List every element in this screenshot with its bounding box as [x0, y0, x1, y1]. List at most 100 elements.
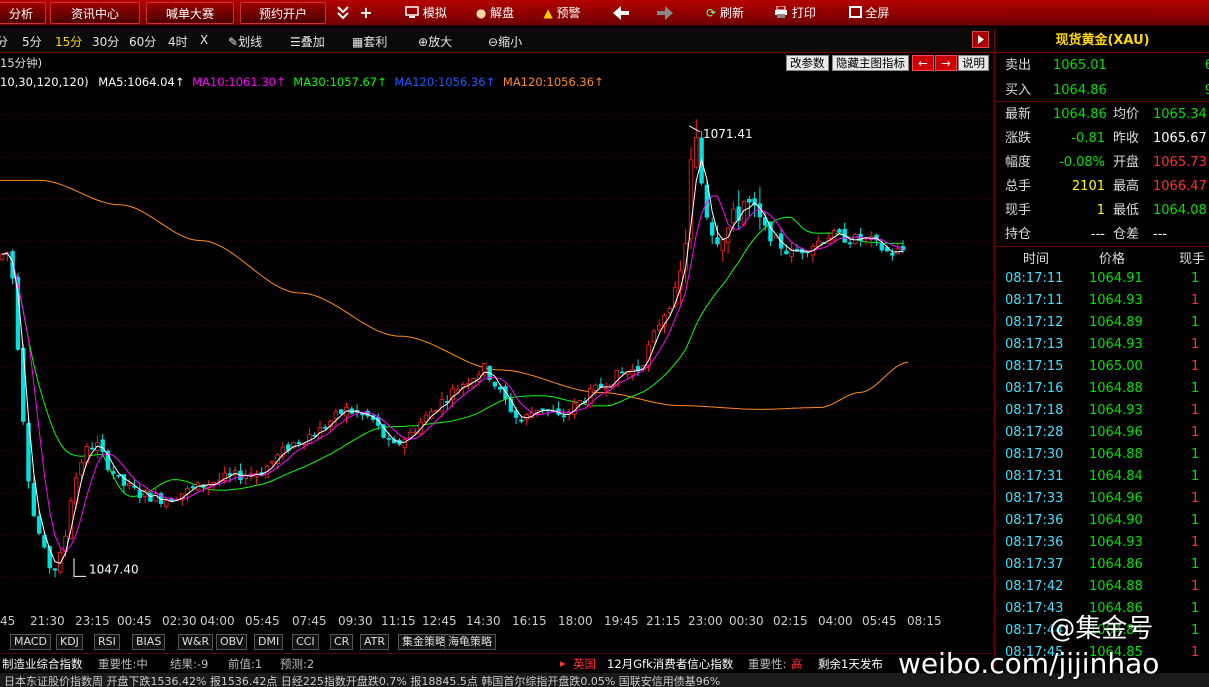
draw-line-button[interactable]: ✎划线: [228, 33, 262, 50]
period-5m[interactable]: 5分: [22, 33, 42, 50]
kline-chart[interactable]: 1071.41 1047.40: [0, 54, 993, 614]
candle-body: [667, 307, 672, 313]
ma120-line: [0, 179, 909, 410]
hide-indicator-button[interactable]: 隐藏主图指标: [832, 55, 909, 71]
indicator-tab[interactable]: KDJ: [56, 634, 83, 650]
tab-contest[interactable]: 喊单大赛: [146, 2, 234, 24]
bell-icon: ▲: [543, 6, 553, 20]
tick-time: 08:17:36: [1005, 513, 1064, 528]
tick-price: 1064.84: [1089, 469, 1143, 484]
low-marker: [73, 558, 86, 577]
quote-value-2: ---: [1153, 227, 1168, 242]
candle-body: [386, 437, 392, 440]
ma-params: 10,30,120,120): [0, 75, 89, 89]
candle-body: [604, 387, 609, 391]
candle-body: [323, 426, 328, 429]
period-x[interactable]: X: [200, 33, 208, 47]
x-tick-label: 09:30: [338, 614, 373, 628]
candle-body: [148, 492, 153, 502]
review-button[interactable]: ● 解盘: [470, 2, 520, 24]
quote-label-2: 最低: [1113, 203, 1140, 218]
alert-button[interactable]: ▲ 预警: [538, 2, 586, 24]
double-chevron-down-icon[interactable]: [335, 2, 351, 24]
expand-panel-button[interactable]: [972, 31, 989, 48]
ma30-label: MA30:1057.67↑: [293, 75, 387, 89]
period-4h[interactable]: 4时: [168, 33, 188, 50]
candle-body: [747, 198, 752, 203]
back-button[interactable]: [608, 2, 634, 24]
period-60m[interactable]: 60分: [129, 33, 156, 50]
candle-body: [694, 137, 699, 168]
review-label: 解盘: [490, 6, 515, 20]
candle-body: [715, 237, 720, 245]
indicator-tab[interactable]: 集金策略: [398, 634, 450, 650]
add-button[interactable]: +: [356, 2, 376, 24]
quote-row: 涨跌 -0.81 昨收 1065.67: [995, 127, 1209, 151]
indicator-tab[interactable]: 海龟策略: [444, 634, 496, 650]
tick-row: 08:17:37 1064.86 1: [995, 554, 1209, 576]
x-tick-label: 23:00: [688, 614, 723, 628]
indicator-tab[interactable]: MACD: [10, 634, 51, 650]
simulate-button[interactable]: 模拟: [398, 2, 454, 24]
forward-button[interactable]: [652, 2, 678, 24]
candle-body: [497, 386, 503, 390]
prev-arrow-button[interactable]: ←: [912, 55, 934, 71]
x-tick-label: 21:15: [646, 614, 681, 628]
tick-row: 08:17:36 1064.93 1: [995, 532, 1209, 554]
ma10-label: MA10:1061.30↑: [192, 75, 286, 89]
print-button[interactable]: 打印: [770, 2, 820, 24]
indicator-tab[interactable]: BIAS: [132, 634, 166, 650]
tick-volume: 1: [1191, 623, 1200, 638]
indicator-tab[interactable]: OBV: [216, 634, 248, 650]
tick-price: 1064.89: [1089, 315, 1143, 330]
period-30m[interactable]: 30分: [92, 33, 119, 50]
tick-volume: 1: [1191, 293, 1200, 308]
indicator-tab[interactable]: ATR: [360, 634, 390, 650]
next-arrow-button[interactable]: →: [935, 55, 957, 71]
overlay-button[interactable]: ☰叠加: [290, 33, 325, 50]
edit-params-button[interactable]: 改参数: [786, 55, 829, 71]
quote-label-2: 均价: [1113, 107, 1140, 122]
candle-body: [630, 369, 635, 376]
x-tick-label: 23:15: [75, 614, 110, 628]
indicator-tab[interactable]: RSI: [94, 634, 120, 650]
zoom-out-button[interactable]: ⊖缩小: [488, 33, 522, 50]
indicator-tab[interactable]: CCI: [292, 634, 319, 650]
indicator-tab[interactable]: W&R: [178, 634, 214, 650]
refresh-button[interactable]: ⟳ 刷新: [700, 2, 750, 24]
indicator-tab[interactable]: DMI: [254, 634, 284, 650]
fullscreen-label: 全屏: [865, 6, 890, 20]
period-15m[interactable]: 15分: [55, 33, 82, 50]
news-left-title[interactable]: 制造业综合指数: [2, 656, 83, 672]
tick-price: 1064.93: [1089, 535, 1143, 550]
arbitrage-button[interactable]: ▦套利: [352, 33, 387, 50]
quote-value-2: 1065.73: [1153, 155, 1207, 170]
fullscreen-button[interactable]: 全屏: [842, 2, 896, 24]
high-marker: [688, 125, 701, 133]
candle-body: [407, 431, 413, 439]
candle-body: [439, 398, 445, 412]
print-label: 打印: [791, 6, 816, 20]
tick-volume: 1: [1191, 513, 1200, 528]
news-event[interactable]: 12月Gfk消费者信心指数: [607, 656, 733, 672]
arrow-left-icon: [613, 6, 629, 20]
x-tick-label: 04:00: [818, 614, 853, 628]
pencil-icon: ✎: [228, 35, 239, 49]
tick-price: 1064.93: [1089, 403, 1143, 418]
quote-label-2: 最高: [1113, 179, 1140, 194]
period-1m[interactable]: 分: [0, 33, 8, 50]
tick-row: 08:17:18 1064.93 1: [995, 400, 1209, 422]
zoom-in-button[interactable]: ⊕放大: [418, 33, 452, 50]
tab-analysis[interactable]: 分析: [0, 2, 46, 24]
help-button[interactable]: 说明: [958, 55, 989, 71]
arbitrage-label: 套利: [363, 35, 388, 49]
news-country: 英国: [573, 657, 596, 671]
tick-time: 08:17:28: [1005, 425, 1064, 440]
quote-label: 现手: [1005, 203, 1032, 218]
tab-news-center[interactable]: 资讯中心: [50, 2, 140, 24]
candle-body: [508, 398, 513, 412]
candle-body: [307, 434, 312, 444]
indicator-tab[interactable]: CR: [330, 634, 354, 650]
candle-body: [657, 324, 662, 331]
tab-account[interactable]: 预约开户: [240, 2, 326, 24]
